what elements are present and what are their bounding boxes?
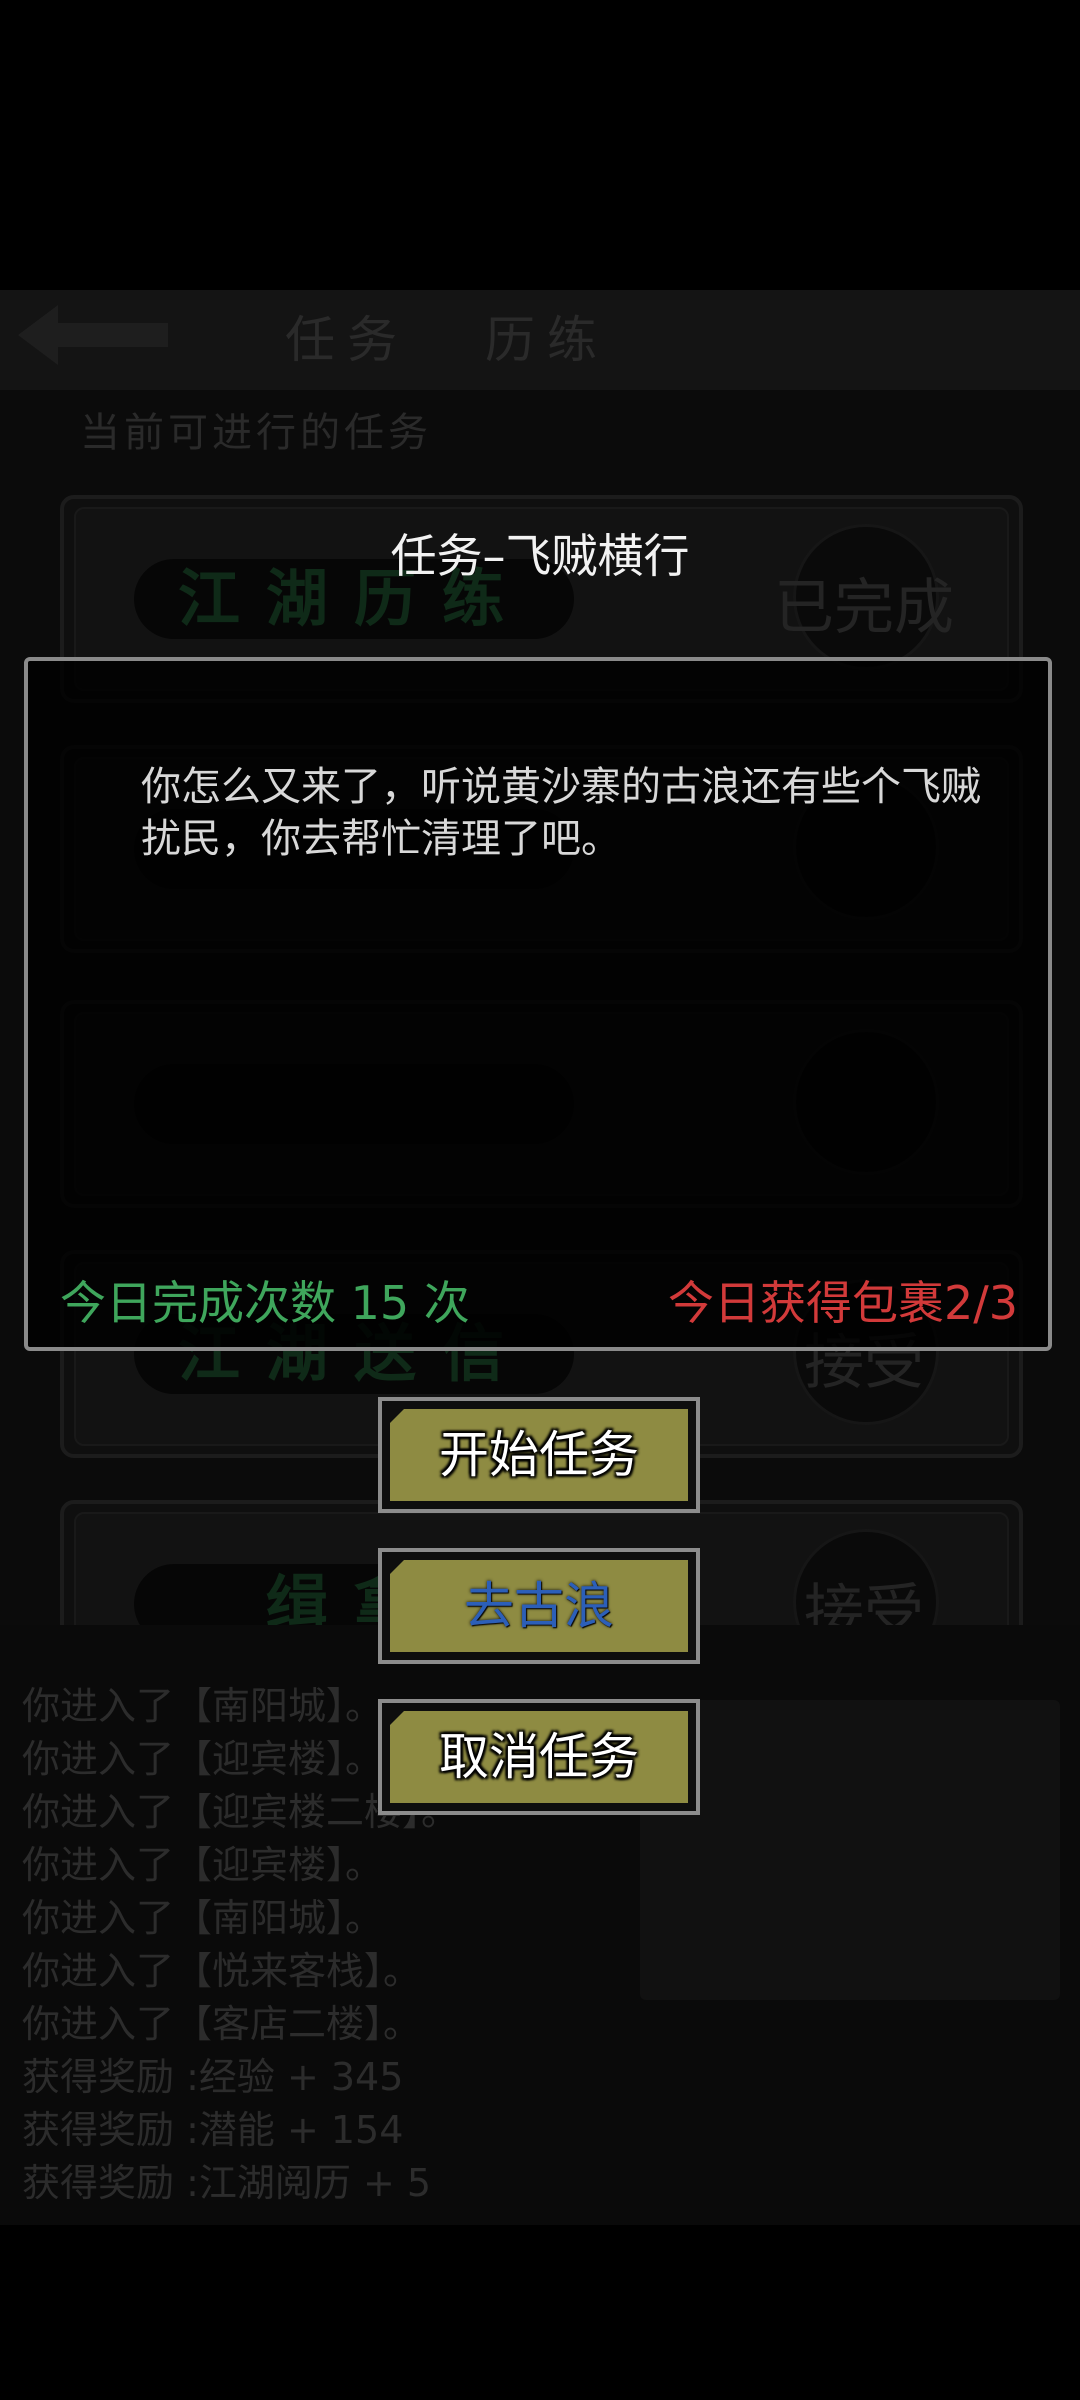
game-screen: 任务 历练 当前可进行的任务 江湖历练 已完成 江湖送信 接受 缉拿 接受 你进… [0, 0, 1080, 2400]
log-line: 获得奖励 :经验 + 345 [22, 2055, 404, 2099]
start-task-label: 开始任务 [439, 1426, 639, 1484]
log-line: 你进入了【悦来客栈】。 [22, 1949, 422, 1993]
task-dialog: 你怎么又来了，听说黄沙寨的古浪还有些个飞贼扰民，你去帮忙清理了吧。 今日完成次数… [24, 657, 1052, 1351]
task-list-subtitle: 当前可进行的任务 [80, 410, 432, 456]
scene-image [640, 1700, 1060, 2000]
cancel-task-button[interactable]: 取消任务 [378, 1699, 700, 1815]
log-line: 你进入了【南阳城】。 [22, 1896, 384, 1940]
log-line: 你进入了【迎宾楼】。 [22, 1737, 384, 1781]
tab-training[interactable]: 历练 [485, 300, 609, 372]
log-line: 获得奖励 :江湖阅历 + 5 [22, 2161, 432, 2205]
log-line: 你进入了【客店二楼】。 [22, 2002, 422, 2046]
package-count: 今日获得包裹2/3 [667, 1276, 1018, 1330]
dialog-message: 你怎么又来了，听说黄沙寨的古浪还有些个飞贼扰民，你去帮忙清理了吧。 [141, 764, 981, 862]
back-arrow-icon[interactable] [18, 305, 168, 365]
goto-gulang-label: 去古浪 [464, 1577, 614, 1635]
log-line: 你进入了【南阳城】。 [22, 1684, 384, 1728]
log-line: 你进入了【迎宾楼】。 [22, 1843, 384, 1887]
dialog-title: 任务–飞贼横行 [390, 529, 690, 583]
completed-count: 今日完成次数 15 次 [60, 1276, 470, 1330]
cancel-task-label: 取消任务 [439, 1728, 639, 1786]
start-task-button[interactable]: 开始任务 [378, 1397, 700, 1513]
tab-tasks[interactable]: 任务 [285, 300, 409, 372]
goto-gulang-button[interactable]: 去古浪 [378, 1548, 700, 1664]
log-line: 获得奖励 :潜能 + 154 [22, 2108, 404, 2152]
